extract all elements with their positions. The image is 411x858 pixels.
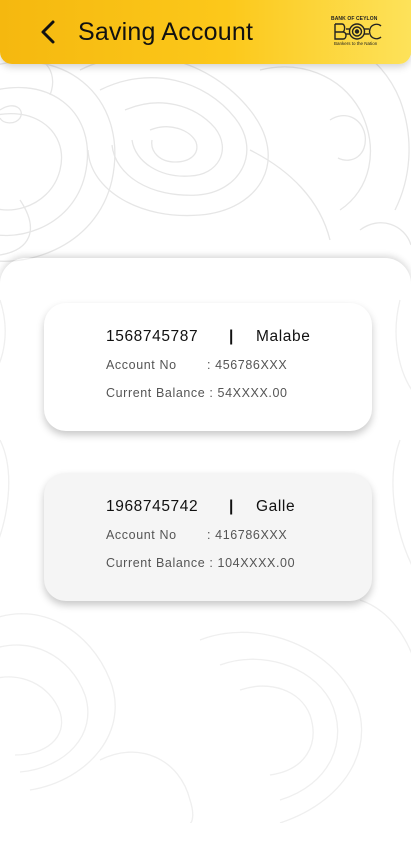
account-no-row: Account No : 416786XXX	[106, 527, 287, 543]
balance-label: Current Balance	[106, 386, 206, 400]
chevron-left-icon	[41, 20, 55, 44]
branch-name: Galle	[256, 498, 296, 515]
bank-logo: BANK OF CEYLON Bankers to the Nation	[331, 16, 389, 48]
balance-value: : 104XXXX.00	[209, 556, 296, 570]
branch-name: Malabe	[256, 328, 311, 345]
account-number: 1968745742	[106, 498, 199, 515]
app-header: Saving Account BANK OF CEYLON Bankers to…	[0, 0, 411, 64]
balance-value: : 54XXXX.00	[209, 386, 288, 400]
account-card[interactable]: 1568745787 | Malabe Account No : 456786XX…	[44, 303, 372, 431]
account-no-value: : 416786XXX	[207, 528, 288, 542]
balance-row: Current Balance : 104XXXX.00	[106, 555, 295, 571]
logo-tagline: Bankers to the Nation	[334, 41, 378, 46]
page-title: Saving Account	[78, 18, 254, 46]
back-button[interactable]	[34, 16, 64, 48]
account-card[interactable]: 1968745742 | Galle Account No : 416786XXX…	[44, 473, 372, 601]
balance-label: Current Balance	[106, 556, 206, 570]
separator: |	[229, 498, 234, 515]
account-no-value: : 456786XXX	[207, 358, 288, 372]
separator: |	[229, 328, 234, 345]
account-no-label: Account No	[106, 528, 177, 542]
balance-row: Current Balance : 54XXXX.00	[106, 385, 288, 401]
account-no-label: Account No	[106, 358, 177, 372]
boc-logo-mark	[334, 23, 382, 40]
account-number: 1568745787	[106, 328, 199, 345]
account-no-row: Account No : 456786XXX	[106, 357, 287, 373]
